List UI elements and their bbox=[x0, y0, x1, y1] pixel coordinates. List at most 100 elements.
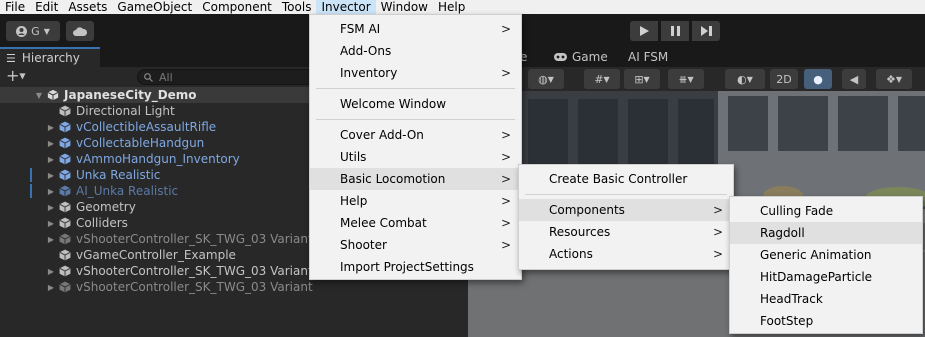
components-submenu: Culling Fade Ragdoll Generic Animation HitD… bbox=[729, 196, 923, 334]
menu-item-label: Inventory bbox=[340, 66, 398, 80]
chevron-right-icon: > bbox=[712, 203, 723, 217]
chevron-down-icon: ▼ bbox=[643, 74, 650, 84]
menu-item-label: Create Basic Controller bbox=[549, 172, 688, 186]
menu-file[interactable]: File bbox=[0, 0, 30, 14]
menu-item-welcome-window[interactable]: Welcome Window bbox=[310, 93, 521, 115]
globe-icon: ◍ bbox=[538, 72, 548, 86]
menu-item-label: Utils bbox=[340, 150, 367, 164]
orientation-button[interactable]: ◍ ▼ bbox=[528, 69, 564, 89]
menu-item-fsm-ai[interactable]: FSM AI > bbox=[310, 18, 521, 40]
tab-game[interactable]: Game bbox=[554, 50, 608, 64]
menu-item-shooter[interactable]: Shooter > bbox=[310, 234, 521, 256]
hierarchy-item[interactable]: ▶ vShooterController_SK_TWG_03 Variant bbox=[0, 279, 468, 295]
expand-arrow-icon[interactable]: ▶ bbox=[46, 139, 56, 148]
expand-arrow-icon[interactable]: ▶ bbox=[46, 123, 56, 132]
search-icon bbox=[144, 72, 153, 82]
shading-mode-button[interactable]: ◐ ▼ bbox=[725, 69, 765, 89]
lightbulb-icon: ● bbox=[813, 72, 823, 86]
pause-button[interactable] bbox=[661, 21, 689, 41]
menu-item-label: Basic Locomotion bbox=[340, 172, 446, 186]
expand-arrow-icon[interactable]: ▶ bbox=[46, 267, 56, 276]
scene-toolbar: ◍ ▼ # ▼ ⊞ ▼ ⧻ ▼ ◐ ▼ 2D ● ◀ ❖ ▼ bbox=[468, 67, 925, 91]
account-button[interactable]: G ▼ bbox=[6, 21, 60, 41]
expand-arrow-icon[interactable]: ▶ bbox=[46, 203, 56, 212]
hierarchy-item-label: vGameController_Example bbox=[76, 248, 236, 262]
hierarchy-tab-label: Hierarchy bbox=[21, 51, 80, 65]
expand-arrow-icon[interactable]: ▶ bbox=[46, 155, 56, 164]
gameobject-icon bbox=[59, 201, 71, 213]
menu-item-footstep[interactable]: FootStep bbox=[730, 310, 922, 332]
selection-marker bbox=[30, 168, 32, 182]
2d-mode-button[interactable]: 2D bbox=[770, 69, 798, 89]
menu-item-add-ons[interactable]: Add-Ons bbox=[310, 40, 521, 62]
menu-item-actions[interactable]: Actions > bbox=[519, 243, 733, 265]
menu-item-generic-animation[interactable]: Generic Animation bbox=[730, 244, 922, 266]
hierarchy-item-label: Directional Light bbox=[76, 104, 175, 118]
menu-invector[interactable]: Invector bbox=[316, 0, 376, 14]
expand-arrow-icon[interactable]: ▶ bbox=[46, 235, 56, 244]
cloud-icon bbox=[73, 26, 87, 36]
menu-gameobject[interactable]: GameObject bbox=[112, 0, 197, 14]
grid-snap-button[interactable]: # ▼ bbox=[584, 69, 620, 89]
expand-arrow-icon[interactable]: ▶ bbox=[46, 187, 56, 196]
menu-item-components[interactable]: Components > bbox=[519, 199, 733, 221]
grid-icon: # bbox=[594, 72, 604, 86]
menu-item-label: Resources bbox=[549, 225, 611, 239]
menu-tools[interactable]: Tools bbox=[277, 0, 317, 14]
menu-component[interactable]: Component bbox=[197, 0, 277, 14]
audio-button[interactable]: ◀ bbox=[842, 69, 866, 89]
step-button[interactable] bbox=[692, 21, 720, 41]
snap-grid-icon: ⊞ bbox=[634, 72, 644, 86]
shading-sphere-icon: ◐ bbox=[737, 72, 747, 86]
account-label: G bbox=[31, 24, 40, 38]
menu-item-ragdoll[interactable]: Ragdoll bbox=[730, 222, 922, 244]
menu-item-headtrack[interactable]: HeadTrack bbox=[730, 288, 922, 310]
menu-item-basic-locomotion[interactable]: Basic Locomotion > bbox=[310, 168, 521, 190]
chevron-right-icon: > bbox=[500, 150, 511, 164]
lighting-button[interactable]: ● bbox=[804, 69, 832, 89]
unity-scene-icon bbox=[47, 89, 59, 101]
expand-arrow-icon[interactable]: ▶ bbox=[46, 219, 56, 228]
gameobject-icon bbox=[59, 185, 71, 197]
menu-item-help[interactable]: Help > bbox=[310, 190, 521, 212]
invector-menu: FSM AI > Add-Ons Inventory > Welcome Window Co… bbox=[309, 14, 522, 280]
effects-button[interactable]: ❖ ▼ bbox=[876, 69, 912, 89]
tab-ai-fsm[interactable]: AI FSM bbox=[628, 50, 668, 64]
menu-item-hitdamageparticle[interactable]: HitDamageParticle bbox=[730, 266, 922, 288]
scene-tab-bar: e Game AI FSM bbox=[468, 47, 925, 67]
ruler-button[interactable]: ⧻ ▼ bbox=[668, 69, 704, 89]
menu-item-label: Shooter bbox=[340, 238, 387, 252]
menu-item-inventory[interactable]: Inventory > bbox=[310, 62, 521, 84]
menu-window[interactable]: Window bbox=[376, 0, 433, 14]
menu-item-label: Ragdoll bbox=[760, 226, 805, 240]
menu-item-label: Actions bbox=[549, 247, 593, 261]
increment-snap-button[interactable]: ⊞ ▼ bbox=[624, 69, 660, 89]
hierarchy-item-label: Colliders bbox=[76, 216, 128, 230]
hierarchy-item-label: vShooterController_SK_TWG_03 Variant bbox=[76, 232, 313, 246]
menu-item-create-basic-controller[interactable]: Create Basic Controller bbox=[519, 168, 733, 190]
menu-assets[interactable]: Assets bbox=[63, 0, 112, 14]
hierarchy-search-input[interactable]: All bbox=[137, 69, 317, 85]
menu-edit[interactable]: Edit bbox=[30, 0, 63, 14]
gameobject-icon bbox=[59, 217, 71, 229]
gameobject-icon bbox=[59, 233, 71, 245]
menu-item-resources[interactable]: Resources > bbox=[519, 221, 733, 243]
cloud-button[interactable] bbox=[66, 21, 94, 41]
play-button[interactable] bbox=[630, 21, 658, 41]
menu-item-import-projectsettings[interactable]: Import ProjectSettings bbox=[310, 256, 521, 278]
expand-arrow-icon[interactable]: ▼ bbox=[34, 91, 44, 100]
menu-item-cover-add-on[interactable]: Cover Add-On > bbox=[310, 124, 521, 146]
menu-item-culling-fade[interactable]: Culling Fade bbox=[730, 200, 922, 222]
menu-help[interactable]: Help bbox=[433, 0, 470, 14]
expand-arrow-icon[interactable]: ▶ bbox=[46, 283, 56, 292]
menu-item-label: Import ProjectSettings bbox=[340, 260, 474, 274]
add-label: + bbox=[6, 66, 20, 85]
tab-hierarchy[interactable]: ☰ Hierarchy bbox=[0, 47, 100, 67]
menu-item-melee-combat[interactable]: Melee Combat > bbox=[310, 212, 521, 234]
2d-mode-label: 2D bbox=[776, 72, 792, 86]
menu-item-label: Add-Ons bbox=[340, 44, 392, 58]
menu-item-label: HeadTrack bbox=[760, 292, 823, 306]
menu-item-utils[interactable]: Utils > bbox=[310, 146, 521, 168]
add-object-button[interactable]: +▼ bbox=[6, 66, 26, 85]
expand-arrow-icon[interactable]: ▶ bbox=[46, 171, 56, 180]
